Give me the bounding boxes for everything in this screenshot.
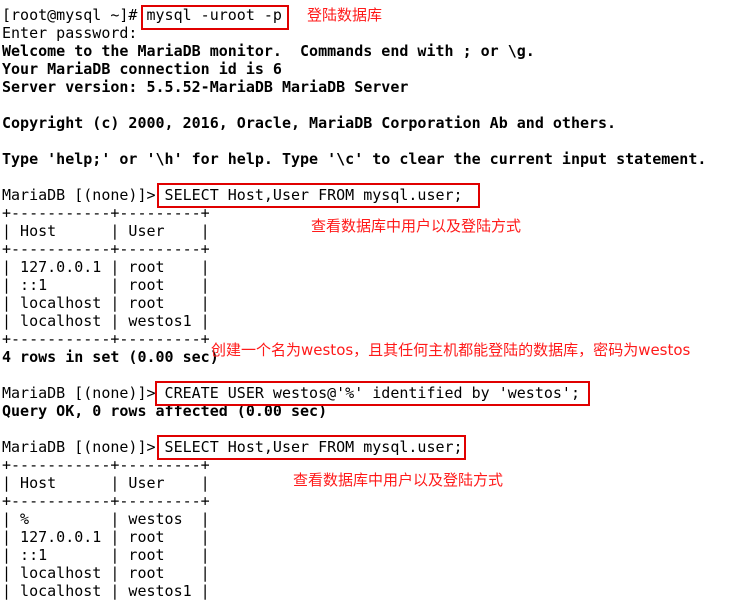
annotation-login: 登陆数据库 (307, 6, 383, 24)
terminal-line: Welcome to the MariaDB monitor. Commands… (2, 42, 535, 60)
terminal-line: | 127.0.0.1 | root | (2, 528, 210, 546)
terminal-line: Enter password: (2, 24, 138, 42)
terminal-line: | ::1 | root | (2, 276, 210, 294)
terminal-line: +-----------+---------+ (2, 240, 210, 258)
highlight-box-select-2 (157, 435, 466, 460)
terminal-line: | 127.0.0.1 | root | (2, 258, 210, 276)
terminal-line: | ::1 | root | (2, 546, 210, 564)
terminal-line: Your MariaDB connection id is 6 (2, 60, 282, 78)
annotation-view-users-2: 查看数据库中用户以及登陆方式 (293, 471, 504, 489)
terminal-line: Copyright (c) 2000, 2016, Oracle, MariaD… (2, 114, 617, 132)
terminal-line: Server version: 5.5.52-MariaDB MariaDB S… (2, 78, 409, 96)
terminal-line: | % | westos | (2, 510, 210, 528)
terminal-line: | localhost | root | (2, 294, 210, 312)
terminal-line: | localhost | root | (2, 564, 210, 582)
highlight-box-select-1 (157, 183, 480, 208)
highlight-box-create-user (155, 381, 590, 406)
terminal-line: Type 'help;' or '\h' for help. Type '\c'… (2, 150, 707, 168)
annotation-create-user: 创建一个名为westos，且其任何主机都能登陆的数据库，密码为westos (211, 341, 691, 359)
terminal-line: | localhost | westos1 | (2, 312, 210, 330)
terminal-line: | localhost | westos1 | (2, 582, 210, 600)
terminal-line: +-----------+---------+ (2, 492, 210, 510)
terminal-output: [root@mysql ~]# mysql -uroot -p Enter pas… (2, 6, 706, 600)
highlight-box-login-command (141, 5, 289, 30)
annotation-view-users-1: 查看数据库中用户以及登陆方式 (311, 217, 522, 235)
terminal-window: [root@mysql ~]# mysql -uroot -p Enter pas… (0, 0, 732, 606)
